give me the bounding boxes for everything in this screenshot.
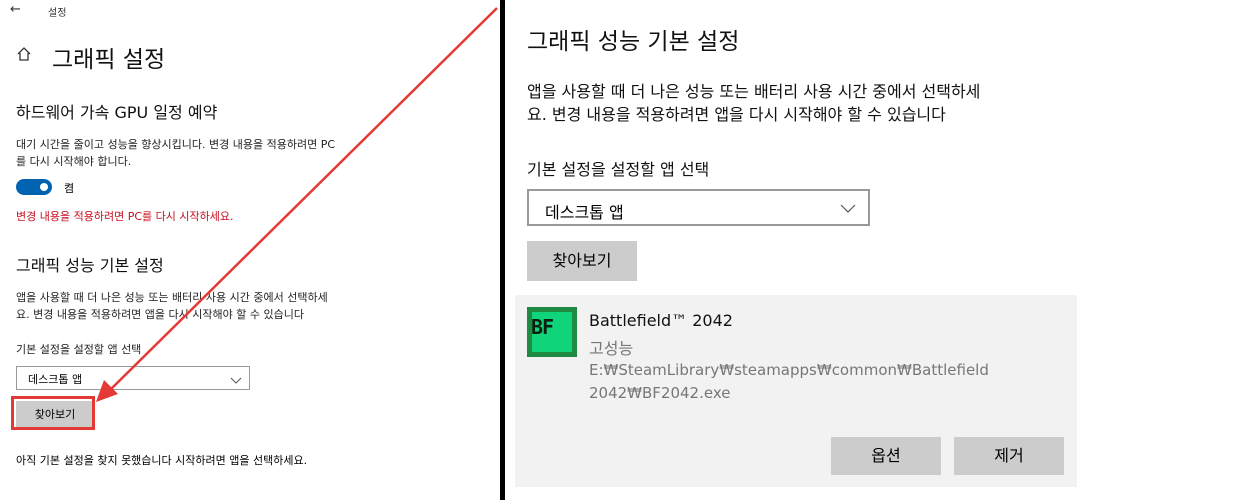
page-title: 그래픽 설정 bbox=[52, 47, 166, 73]
battlefield-app-icon: BF bbox=[527, 307, 577, 357]
browse-button[interactable]: 찾아보기 bbox=[527, 241, 637, 281]
desc-line: 요. 변경 내용을 적용하려면 앱을 다시 시작해야 할 수 있습니다 bbox=[16, 308, 304, 321]
graphics-pref-title: 그래픽 성능 기본 설정 bbox=[16, 256, 164, 275]
app-path: E:₩SteamLibrary₩steamapps₩common₩Battlef… bbox=[589, 359, 989, 405]
graphics-pref-title: 그래픽 성능 기본 설정 bbox=[527, 29, 740, 55]
settings-right-panel: 그래픽 성능 기본 설정 앱을 사용할 때 더 나은 성능 또는 배터리 사용 … bbox=[505, 0, 1235, 500]
app-select-label: 기본 설정을 설정할 앱 선택 bbox=[527, 160, 710, 179]
desc-line: 대기 시간을 줄이고 성능을 향상시킵니다. 변경 내용을 적용하려면 PC bbox=[16, 138, 336, 151]
hw-gpu-scheduling-desc: 대기 시간을 줄이고 성능을 향상시킵니다. 변경 내용을 적용하려면 PC 를… bbox=[16, 136, 335, 170]
chevron-down-icon bbox=[230, 371, 242, 390]
app-performance-mode: 고성능 bbox=[589, 339, 634, 358]
toggle-knob bbox=[40, 183, 48, 191]
path-line: 2042₩BF2042.exe bbox=[589, 384, 731, 402]
restart-warning: 변경 내용을 적용하려면 PC를 다시 시작하세요. bbox=[16, 210, 234, 223]
path-line: E:₩SteamLibrary₩steamapps₩common₩Battlef… bbox=[589, 361, 989, 379]
window-title: 설정 bbox=[48, 8, 67, 19]
app-name: Battlefield™ 2042 bbox=[589, 311, 733, 330]
home-icon[interactable] bbox=[16, 46, 32, 66]
graphics-pref-desc: 앱을 사용할 때 더 나은 성능 또는 배터리 사용 시간 중에서 선택하세 요… bbox=[16, 289, 328, 323]
desc-line: 를 다시 시작해야 합니다. bbox=[16, 155, 132, 168]
app-type-select[interactable]: 데스크톱 앱 bbox=[16, 366, 250, 390]
app-entry-card[interactable]: BF Battlefield™ 2042 고성능 E:₩SteamLibrary… bbox=[515, 295, 1077, 487]
back-arrow-icon[interactable]: ← bbox=[10, 2, 21, 17]
settings-left-panel: ← 설정 그래픽 설정 하드웨어 가속 GPU 일정 예약 대기 시간을 줄이고… bbox=[0, 0, 500, 500]
graphics-pref-desc: 앱을 사용할 때 더 나은 성능 또는 배터리 사용 시간 중에서 선택하세 요… bbox=[527, 80, 980, 126]
desc-line: 앱을 사용할 때 더 나은 성능 또는 배터리 사용 시간 중에서 선택하세 bbox=[527, 82, 981, 101]
select-value: 데스크톱 앱 bbox=[28, 373, 83, 386]
app-type-select[interactable]: 데스크톱 앱 bbox=[527, 189, 870, 226]
toggle-label: 켬 bbox=[64, 182, 75, 195]
remove-button[interactable]: 제거 bbox=[954, 437, 1064, 475]
desc-line: 앱을 사용할 때 더 나은 성능 또는 배터리 사용 시간 중에서 선택하세 bbox=[16, 291, 328, 304]
highlight-box bbox=[11, 396, 95, 430]
hw-gpu-scheduling-title: 하드웨어 가속 GPU 일정 예약 bbox=[16, 103, 218, 122]
app-select-label: 기본 설정을 설정할 앱 선택 bbox=[16, 343, 142, 356]
select-value: 데스크톱 앱 bbox=[545, 203, 624, 222]
desc-line: 요. 변경 내용을 적용하려면 앱을 다시 시작해야 할 수 있습니다 bbox=[527, 105, 946, 124]
options-button[interactable]: 옵션 bbox=[831, 437, 941, 475]
gpu-scheduling-toggle[interactable] bbox=[16, 179, 52, 195]
chevron-down-icon bbox=[840, 200, 856, 220]
no-preferences-note: 아직 기본 설정을 찾지 못했습니다 시작하려면 앱을 선택하세요. bbox=[16, 454, 308, 467]
